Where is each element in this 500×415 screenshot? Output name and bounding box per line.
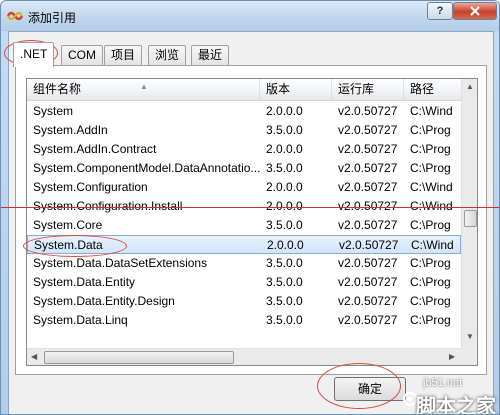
cell-path: C:\Prog — [410, 142, 451, 156]
cell-runtime: v2.0.50727 — [338, 161, 398, 175]
watermark-site: jb51.net — [423, 377, 463, 389]
cell-path: C:\Wind — [410, 199, 453, 213]
cell-name: System.Data.Entity.Design — [33, 294, 175, 308]
vertical-scroll-thumb[interactable] — [464, 210, 477, 227]
cell-path: C:\Wind — [410, 104, 453, 118]
cell-runtime: v2.0.50727 — [339, 238, 399, 252]
cell-version: 3.5.0.0 — [266, 256, 303, 270]
table-row[interactable]: System.Data.Linq 3.5.0.0 v2.0.50727 C:\Prog — [27, 311, 461, 330]
column-header-name[interactable]: 组件名称 ▲ — [27, 79, 260, 101]
table-row[interactable]: System.AddIn.Contract 2.0.0.0 v2.0.50727 C:… — [27, 140, 461, 159]
cell-name: System — [33, 104, 74, 118]
dialog-title: 添加引用 — [28, 11, 77, 25]
dialog-body: .NET COM 项目 浏览 最近 组件名称 ▲ 版本 运行库 路径 Syste… — [8, 31, 494, 414]
table-row[interactable]: System.Core 3.5.0.0 v2.0.50727 C:\Prog — [27, 216, 461, 235]
cell-name: System.Data — [34, 238, 103, 252]
cell-path: C:\Wind — [410, 180, 453, 194]
cell-path: C:\Prog — [410, 275, 451, 289]
scrollbar-corner — [461, 348, 477, 365]
cell-path: C:\Prog — [410, 161, 451, 175]
table-row[interactable]: System.Data.Entity.Design 3.5.0.0 v2.0.507… — [27, 292, 461, 311]
close-button[interactable] — [453, 2, 497, 20]
cell-version: 2.0.0.0 — [266, 199, 303, 213]
scroll-right-icon[interactable]: ▶ — [449, 352, 455, 361]
table-row[interactable]: System.Data 2.0.0.0 v2.0.50727 C:\Wind — [27, 235, 461, 254]
cell-runtime: v2.0.50727 — [338, 275, 398, 289]
cell-path: C:\Prog — [410, 256, 451, 270]
cell-name: System.ComponentModel.DataAnnotatio... — [33, 161, 260, 175]
cell-version: 3.5.0.0 — [266, 313, 303, 327]
help-button[interactable]: ? — [427, 2, 453, 20]
cell-path: C:\Prog — [410, 294, 451, 308]
cell-path: C:\Prog — [410, 313, 451, 327]
table-row[interactable]: System.Configuration.Install 2.0.0.0 v2.0.… — [27, 197, 461, 216]
table-row[interactable]: System.Data.DataSetExtensions 3.5.0.0 v2.0… — [27, 254, 461, 273]
cell-runtime: v2.0.50727 — [338, 123, 398, 137]
cell-name: System.Data.DataSetExtensions — [33, 256, 208, 270]
column-header-version[interactable]: 版本 — [260, 79, 332, 101]
add-reference-dialog: 添加引用 ? .NET COM 项目 浏览 最近 组件名称 ▲ 版本 运行库 路… — [0, 0, 500, 415]
visual-studio-icon — [7, 11, 23, 21]
close-icon — [470, 6, 480, 16]
cell-version: 3.5.0.0 — [266, 275, 303, 289]
table-row[interactable]: System.AddIn 3.5.0.0 v2.0.50727 C:\Prog — [27, 121, 461, 140]
tab-panel: 组件名称 ▲ 版本 运行库 路径 System 2.0.0.0 v2.0.50727… — [15, 65, 487, 375]
cell-name: System.AddIn.Contract — [33, 142, 157, 156]
cell-version: 3.5.0.0 — [266, 218, 303, 232]
table-row[interactable]: System.Data.Entity 3.5.0.0 v2.0.50727 C:\Pr… — [27, 273, 461, 292]
cell-version: 2.0.0.0 — [267, 238, 304, 252]
component-list[interactable]: 组件名称 ▲ 版本 运行库 路径 System 2.0.0.0 v2.0.50727… — [26, 78, 478, 366]
sort-ascending-icon: ▲ — [140, 82, 148, 91]
table-row[interactable]: System 2.0.0.0 v2.0.50727 C:\Wind — [27, 102, 461, 121]
cell-runtime: v2.0.50727 — [338, 294, 398, 308]
cell-runtime: v2.0.50727 — [338, 104, 398, 118]
cell-version: 2.0.0.0 — [266, 142, 303, 156]
watermark-logo-icon — [403, 392, 417, 406]
tab-dotnet[interactable]: .NET — [13, 42, 55, 67]
title-bar[interactable]: 添加引用 ? — [1, 1, 499, 31]
cell-name: System.Core — [33, 218, 103, 232]
cell-runtime: v2.0.50727 — [338, 199, 398, 213]
column-header-path[interactable]: 路径 — [404, 79, 461, 101]
cell-name: System.Configuration — [33, 180, 148, 194]
cell-path: C:\Prog — [410, 218, 451, 232]
scroll-up-icon[interactable]: ▲ — [466, 82, 474, 91]
cell-name: System.Data.Linq — [33, 313, 128, 327]
tab-com[interactable]: COM — [61, 45, 103, 65]
vertical-scrollbar[interactable]: ▲ ▼ — [461, 79, 477, 348]
cell-name: System.Data.Entity — [33, 275, 136, 289]
table-row[interactable]: System.Configuration 2.0.0.0 v2.0.50727 C:\… — [27, 178, 461, 197]
scroll-left-icon[interactable]: ◀ — [31, 352, 37, 361]
horizontal-scrollbar[interactable]: ◀ ▶ — [27, 348, 461, 365]
tab-projects[interactable]: 项目 — [104, 45, 143, 65]
cell-runtime: v2.0.50727 — [338, 313, 398, 327]
scroll-down-icon[interactable]: ▼ — [466, 332, 474, 341]
cell-runtime: v2.0.50727 — [338, 256, 398, 270]
cell-runtime: v2.0.50727 — [338, 180, 398, 194]
watermark-brand: 脚本之家 — [416, 396, 496, 415]
cell-name: System.Configuration.Install — [33, 199, 183, 213]
list-header: 组件名称 ▲ 版本 运行库 路径 — [27, 79, 461, 101]
cell-name: System.AddIn — [33, 123, 108, 137]
cell-version: 3.5.0.0 — [266, 294, 303, 308]
column-header-runtime[interactable]: 运行库 — [332, 79, 404, 101]
cell-runtime: v2.0.50727 — [338, 142, 398, 156]
horizontal-scroll-thumb[interactable] — [44, 351, 234, 364]
table-row[interactable]: System.ComponentModel.DataAnnotatio... 3.… — [27, 159, 461, 178]
cell-version: 2.0.0.0 — [266, 104, 303, 118]
cell-version: 3.5.0.0 — [266, 161, 303, 175]
cell-path: C:\Prog — [410, 123, 451, 137]
ok-button[interactable]: 确定 — [334, 377, 406, 401]
tab-recent[interactable]: 最近 — [191, 45, 230, 65]
cell-version: 3.5.0.0 — [266, 123, 303, 137]
cell-version: 2.0.0.0 — [266, 180, 303, 194]
cell-runtime: v2.0.50727 — [338, 218, 398, 232]
help-icon: ? — [436, 5, 444, 17]
cell-path: C:\Wind — [411, 238, 454, 252]
tab-browse[interactable]: 浏览 — [148, 45, 187, 65]
